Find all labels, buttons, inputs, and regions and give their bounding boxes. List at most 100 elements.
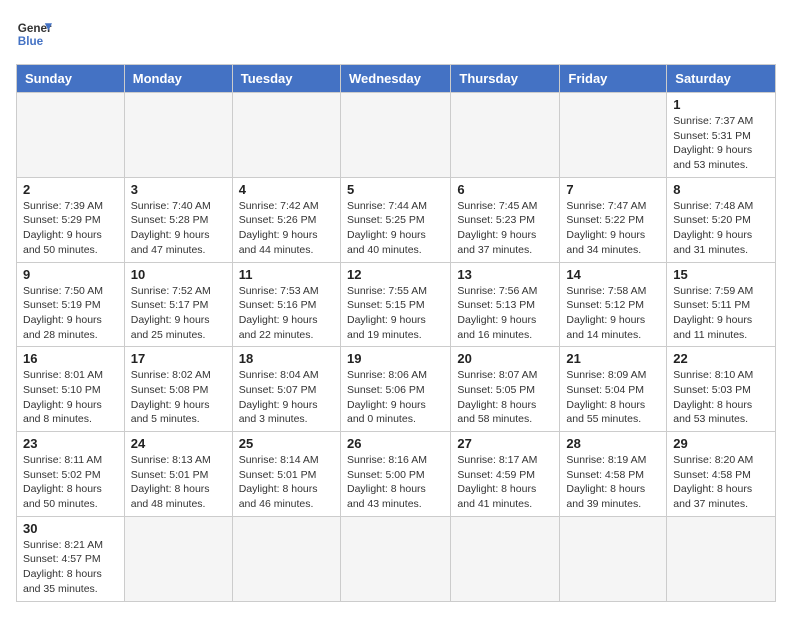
calendar-cell: 10Sunrise: 7:52 AM Sunset: 5:17 PM Dayli… <box>124 262 232 347</box>
day-number: 26 <box>347 436 444 451</box>
day-header-monday: Monday <box>124 65 232 93</box>
day-number: 2 <box>23 182 118 197</box>
calendar-cell <box>340 93 450 178</box>
calendar-cell: 17Sunrise: 8:02 AM Sunset: 5:08 PM Dayli… <box>124 347 232 432</box>
calendar-cell <box>340 516 450 601</box>
day-number: 4 <box>239 182 334 197</box>
week-row-4: 16 Sunrise: 8:01 AM Sunset: 5:10 PM Dayli… <box>17 347 776 432</box>
calendar-cell <box>560 93 667 178</box>
day-info: Sunrise: 7:48 AM Sunset: 5:20 PM Dayligh… <box>673 199 769 258</box>
day-info: Sunrise: 7:37 AM Sunset: 5:31 PM Dayligh… <box>673 114 769 173</box>
calendar-cell <box>667 516 776 601</box>
day-header-sunday: Sunday <box>17 65 125 93</box>
day-info: Sunrise: 7:56 AM Sunset: 5:13 PM Dayligh… <box>457 284 553 343</box>
calendar-cell: 14Sunrise: 7:58 AM Sunset: 5:12 PM Dayli… <box>560 262 667 347</box>
calendar-cell: 6Sunrise: 7:45 AM Sunset: 5:23 PM Daylig… <box>451 177 560 262</box>
week-row-2: 2Sunrise: 7:39 AM Sunset: 5:29 PM Daylig… <box>17 177 776 262</box>
day-number: 23 <box>23 436 118 451</box>
day-number: 24 <box>131 436 226 451</box>
calendar-cell: 28 Sunrise: 8:19 AM Sunset: 4:58 PM Dayli… <box>560 432 667 517</box>
day-info: Sunrise: 8:16 AM Sunset: 5:00 PM Dayligh… <box>347 453 444 512</box>
day-number: 17 <box>131 351 226 366</box>
day-info: Sunrise: 7:45 AM Sunset: 5:23 PM Dayligh… <box>457 199 553 258</box>
calendar-cell <box>232 516 340 601</box>
day-number: 5 <box>347 182 444 197</box>
day-number: 25 <box>239 436 334 451</box>
day-info: Sunrise: 8:19 AM Sunset: 4:58 PM Dayligh… <box>566 453 660 512</box>
calendar-cell: 18Sunrise: 8:04 AM Sunset: 5:07 PM Dayli… <box>232 347 340 432</box>
page-header: General Blue <box>16 16 776 52</box>
day-info: Sunrise: 7:47 AM Sunset: 5:22 PM Dayligh… <box>566 199 660 258</box>
day-info: Sunrise: 8:09 AM Sunset: 5:04 PM Dayligh… <box>566 368 660 427</box>
day-info: Sunrise: 7:42 AM Sunset: 5:26 PM Dayligh… <box>239 199 334 258</box>
calendar-cell: 21 Sunrise: 8:09 AM Sunset: 5:04 PM Dayli… <box>560 347 667 432</box>
svg-text:Blue: Blue <box>18 35 44 48</box>
calendar-header-row: SundayMondayTuesdayWednesdayThursdayFrid… <box>17 65 776 93</box>
day-header-saturday: Saturday <box>667 65 776 93</box>
calendar-cell <box>451 516 560 601</box>
day-number: 19 <box>347 351 444 366</box>
calendar-cell <box>560 516 667 601</box>
day-info: Sunrise: 7:50 AM Sunset: 5:19 PM Dayligh… <box>23 284 118 343</box>
day-header-tuesday: Tuesday <box>232 65 340 93</box>
calendar-cell: 16 Sunrise: 8:01 AM Sunset: 5:10 PM Dayli… <box>17 347 125 432</box>
day-info: Sunrise: 7:52 AM Sunset: 5:17 PM Dayligh… <box>131 284 226 343</box>
calendar-cell <box>124 516 232 601</box>
calendar-cell: 9Sunrise: 7:50 AM Sunset: 5:19 PM Daylig… <box>17 262 125 347</box>
calendar-cell: 8 Sunrise: 7:48 AM Sunset: 5:20 PM Daylig… <box>667 177 776 262</box>
calendar-cell <box>451 93 560 178</box>
day-info: Sunrise: 7:55 AM Sunset: 5:15 PM Dayligh… <box>347 284 444 343</box>
calendar-cell: 23 Sunrise: 8:11 AM Sunset: 5:02 PM Dayli… <box>17 432 125 517</box>
day-number: 16 <box>23 351 118 366</box>
day-info: Sunrise: 8:10 AM Sunset: 5:03 PM Dayligh… <box>673 368 769 427</box>
day-info: Sunrise: 7:40 AM Sunset: 5:28 PM Dayligh… <box>131 199 226 258</box>
day-info: Sunrise: 8:20 AM Sunset: 4:58 PM Dayligh… <box>673 453 769 512</box>
week-row-5: 23 Sunrise: 8:11 AM Sunset: 5:02 PM Dayli… <box>17 432 776 517</box>
calendar-cell: 29 Sunrise: 8:20 AM Sunset: 4:58 PM Dayli… <box>667 432 776 517</box>
day-number: 20 <box>457 351 553 366</box>
calendar-cell: 11 Sunrise: 7:53 AM Sunset: 5:16 PM Dayli… <box>232 262 340 347</box>
calendar-cell: 27Sunrise: 8:17 AM Sunset: 4:59 PM Dayli… <box>451 432 560 517</box>
day-number: 13 <box>457 267 553 282</box>
day-info: Sunrise: 8:06 AM Sunset: 5:06 PM Dayligh… <box>347 368 444 427</box>
day-number: 15 <box>673 267 769 282</box>
day-number: 11 <box>239 267 334 282</box>
calendar-cell: 12 Sunrise: 7:55 AM Sunset: 5:15 PM Dayli… <box>340 262 450 347</box>
week-row-6: 30Sunrise: 8:21 AM Sunset: 4:57 PM Dayli… <box>17 516 776 601</box>
calendar-cell <box>124 93 232 178</box>
day-info: Sunrise: 7:44 AM Sunset: 5:25 PM Dayligh… <box>347 199 444 258</box>
calendar-cell: 5 Sunrise: 7:44 AM Sunset: 5:25 PM Daylig… <box>340 177 450 262</box>
day-number: 14 <box>566 267 660 282</box>
day-number: 21 <box>566 351 660 366</box>
day-header-friday: Friday <box>560 65 667 93</box>
calendar-cell: 1 Sunrise: 7:37 AM Sunset: 5:31 PM Daylig… <box>667 93 776 178</box>
day-number: 3 <box>131 182 226 197</box>
week-row-1: 1 Sunrise: 7:37 AM Sunset: 5:31 PM Daylig… <box>17 93 776 178</box>
logo: General Blue <box>16 16 52 52</box>
day-info: Sunrise: 7:53 AM Sunset: 5:16 PM Dayligh… <box>239 284 334 343</box>
calendar-cell: 13 Sunrise: 7:56 AM Sunset: 5:13 PM Dayli… <box>451 262 560 347</box>
calendar-cell: 20 Sunrise: 8:07 AM Sunset: 5:05 PM Dayli… <box>451 347 560 432</box>
day-info: Sunrise: 8:01 AM Sunset: 5:10 PM Dayligh… <box>23 368 118 427</box>
calendar-cell: 26 Sunrise: 8:16 AM Sunset: 5:00 PM Dayli… <box>340 432 450 517</box>
calendar-cell: 2Sunrise: 7:39 AM Sunset: 5:29 PM Daylig… <box>17 177 125 262</box>
day-number: 7 <box>566 182 660 197</box>
day-info: Sunrise: 8:07 AM Sunset: 5:05 PM Dayligh… <box>457 368 553 427</box>
day-info: Sunrise: 8:14 AM Sunset: 5:01 PM Dayligh… <box>239 453 334 512</box>
calendar-table: SundayMondayTuesdayWednesdayThursdayFrid… <box>16 64 776 602</box>
calendar-cell: 25 Sunrise: 8:14 AM Sunset: 5:01 PM Dayli… <box>232 432 340 517</box>
calendar-cell: 30Sunrise: 8:21 AM Sunset: 4:57 PM Dayli… <box>17 516 125 601</box>
week-row-3: 9Sunrise: 7:50 AM Sunset: 5:19 PM Daylig… <box>17 262 776 347</box>
calendar-cell <box>232 93 340 178</box>
day-number: 29 <box>673 436 769 451</box>
day-info: Sunrise: 8:04 AM Sunset: 5:07 PM Dayligh… <box>239 368 334 427</box>
day-info: Sunrise: 8:11 AM Sunset: 5:02 PM Dayligh… <box>23 453 118 512</box>
day-number: 12 <box>347 267 444 282</box>
day-header-wednesday: Wednesday <box>340 65 450 93</box>
day-number: 28 <box>566 436 660 451</box>
day-number: 27 <box>457 436 553 451</box>
day-number: 1 <box>673 97 769 112</box>
day-number: 8 <box>673 182 769 197</box>
day-info: Sunrise: 7:59 AM Sunset: 5:11 PM Dayligh… <box>673 284 769 343</box>
calendar-cell: 3 Sunrise: 7:40 AM Sunset: 5:28 PM Daylig… <box>124 177 232 262</box>
